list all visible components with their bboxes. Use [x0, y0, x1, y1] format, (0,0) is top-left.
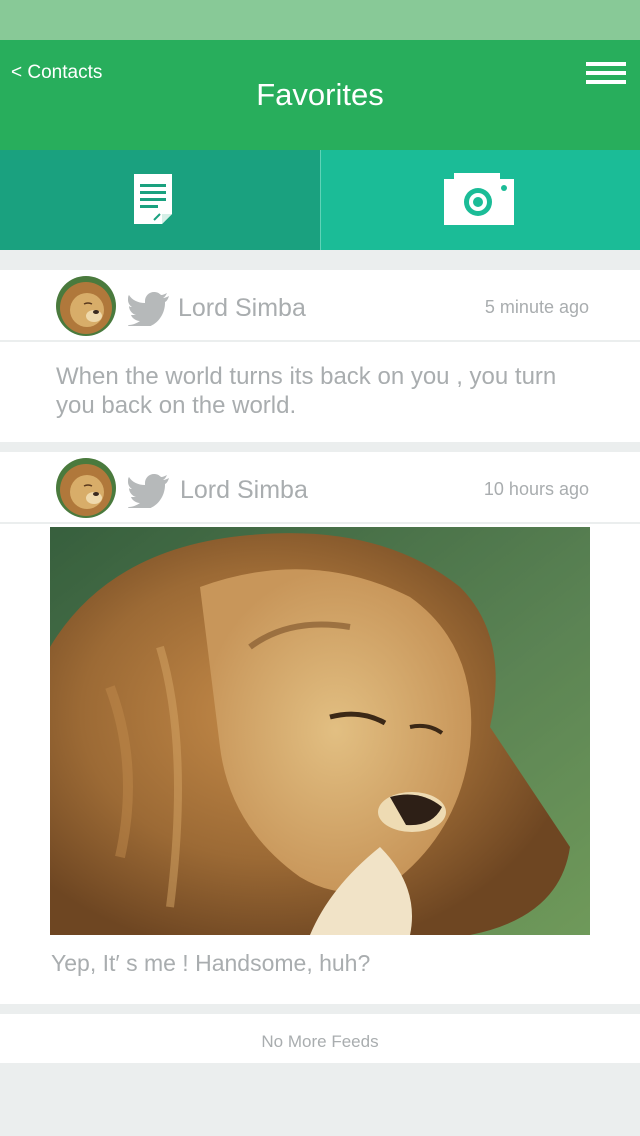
author-name[interactable]: Lord Simba — [178, 294, 306, 323]
lion-photo[interactable] — [50, 527, 590, 935]
feed-card: Lord Simba 5 minute ago When the world t… — [0, 270, 640, 442]
page-title: Favorites — [256, 77, 384, 112]
document-icon — [134, 174, 172, 224]
tab-notes[interactable] — [0, 150, 320, 250]
twitter-bird-icon — [128, 474, 169, 508]
post-text: When the world turns its back on you , y… — [56, 363, 557, 419]
status-bar — [0, 0, 640, 40]
avatar[interactable] — [56, 458, 116, 518]
no-more-feeds-label: No More Feeds — [261, 1032, 379, 1051]
feed-card: Lord Simba 10 hours ago Yep, It′ s me ! … — [0, 452, 640, 1004]
end-of-feed: No More Feeds — [0, 1014, 640, 1063]
card-header: Lord Simba 5 minute ago — [0, 270, 640, 342]
tab-bar — [0, 150, 640, 250]
twitter-bird-icon — [128, 292, 169, 326]
post-timestamp: 5 minute ago — [484, 297, 589, 317]
tab-camera[interactable] — [321, 150, 640, 250]
hamburger-menu-icon[interactable] — [586, 62, 626, 84]
camera-icon — [444, 173, 514, 225]
avatar[interactable] — [56, 276, 116, 336]
card-header: Lord Simba 10 hours ago — [0, 452, 640, 524]
post-timestamp: 10 hours ago — [483, 479, 589, 499]
author-name[interactable]: Lord Simba — [180, 476, 308, 505]
nav-bar: < Contacts Favorites — [0, 40, 640, 150]
post-caption: Yep, It′ s me ! Handsome, huh? — [51, 950, 371, 976]
